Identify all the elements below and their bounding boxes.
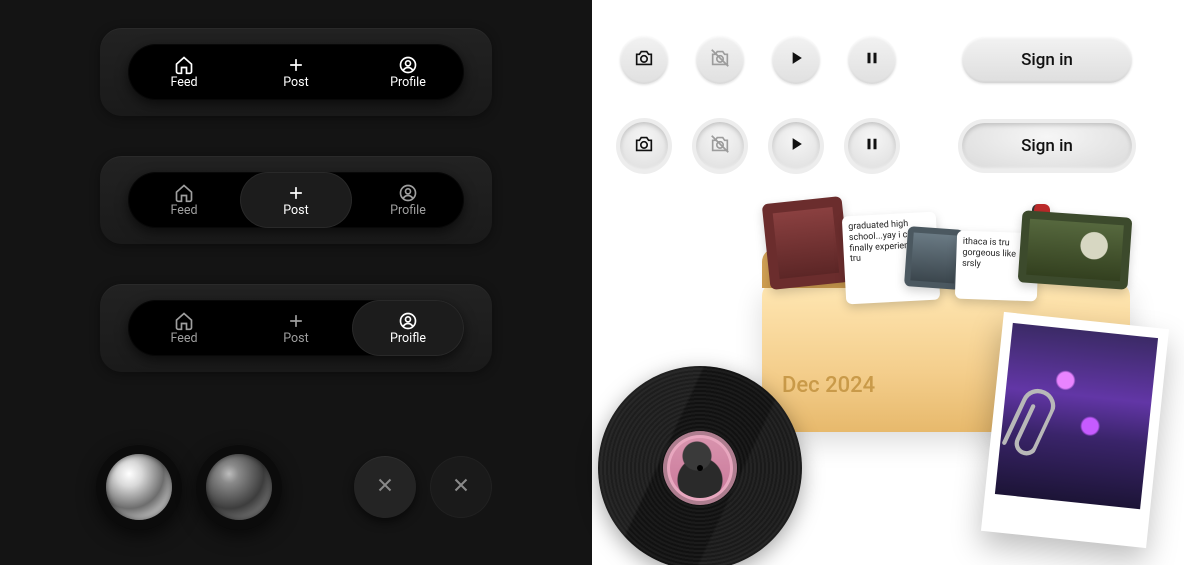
tab-post[interactable]: Post bbox=[240, 300, 352, 356]
camera-off-icon bbox=[709, 47, 731, 73]
vinyl-label bbox=[663, 431, 737, 505]
light-button-row-1: Sign in bbox=[620, 36, 1132, 84]
tab-feed[interactable]: Feed bbox=[128, 172, 240, 228]
light-button-row-2: Sign in bbox=[620, 122, 1132, 170]
signin-button[interactable]: Sign in bbox=[962, 37, 1132, 83]
tab-label: Post bbox=[283, 333, 308, 346]
plus-icon bbox=[286, 183, 306, 203]
tab-feed[interactable]: Feed bbox=[128, 300, 240, 356]
tab-post[interactable]: Post bbox=[240, 172, 352, 228]
tab-profile[interactable]: Profile bbox=[352, 44, 464, 100]
knob-steel[interactable] bbox=[196, 444, 282, 530]
tabbar-variant-1: Feed Post Profile bbox=[100, 28, 492, 116]
play-button[interactable] bbox=[772, 36, 820, 84]
tab-profile[interactable]: Proifle bbox=[352, 300, 464, 356]
photo-thumbnail bbox=[1018, 210, 1133, 289]
tab-feed[interactable]: Feed bbox=[128, 44, 240, 100]
camera-icon bbox=[633, 133, 655, 159]
pause-button[interactable] bbox=[848, 122, 896, 170]
pause-button[interactable] bbox=[848, 36, 896, 84]
camera-off-button[interactable] bbox=[696, 122, 744, 170]
tab-label: Proifle bbox=[390, 333, 426, 346]
tab-label: Post bbox=[283, 77, 308, 90]
camera-off-button[interactable] bbox=[696, 36, 744, 84]
polaroid-image bbox=[995, 323, 1158, 509]
album-art bbox=[670, 438, 730, 498]
play-button[interactable] bbox=[772, 122, 820, 170]
tabbar-variant-2: Feed Post Profile bbox=[100, 156, 492, 244]
camera-off-icon bbox=[709, 133, 731, 159]
user-circle-icon bbox=[398, 311, 418, 331]
signin-label: Sign in bbox=[1021, 50, 1073, 70]
plus-icon bbox=[286, 311, 306, 331]
tab-label: Profile bbox=[390, 205, 426, 218]
tab-label: Profile bbox=[390, 77, 426, 90]
knob-face bbox=[106, 454, 172, 520]
tab-profile[interactable]: Profile bbox=[352, 172, 464, 228]
home-icon bbox=[174, 311, 194, 331]
camera-button[interactable] bbox=[620, 36, 668, 84]
camera-button[interactable] bbox=[620, 122, 668, 170]
play-icon bbox=[786, 134, 806, 158]
home-icon bbox=[174, 183, 194, 203]
tabbar-variant-3: Feed Post Proifle bbox=[100, 284, 492, 372]
close-icon bbox=[450, 474, 472, 500]
tab-label: Feed bbox=[170, 77, 197, 90]
close-button-flat[interactable] bbox=[430, 456, 492, 518]
user-circle-icon bbox=[398, 183, 418, 203]
photo-thumbnail bbox=[762, 196, 851, 290]
tab-label: Feed bbox=[170, 205, 197, 218]
vinyl-spindle-hole bbox=[697, 465, 703, 471]
play-icon bbox=[786, 48, 806, 72]
knob-chrome[interactable] bbox=[96, 444, 182, 530]
user-circle-icon bbox=[398, 55, 418, 75]
tab-post[interactable]: Post bbox=[240, 44, 352, 100]
dark-ui-kit-panel: Feed Post Profile bbox=[0, 0, 592, 565]
plus-icon bbox=[286, 55, 306, 75]
camera-icon bbox=[633, 47, 655, 73]
close-button-row bbox=[354, 456, 492, 518]
tab-label: Feed bbox=[170, 333, 197, 346]
polaroid-photo[interactable] bbox=[981, 312, 1169, 548]
pause-icon bbox=[863, 135, 881, 157]
tabbar: Feed Post Profile bbox=[128, 44, 464, 100]
knob-face bbox=[206, 454, 272, 520]
signin-label: Sign in bbox=[1021, 136, 1073, 156]
close-button-raised[interactable] bbox=[354, 456, 416, 518]
tab-label: Post bbox=[283, 205, 308, 218]
signin-button[interactable]: Sign in bbox=[962, 123, 1132, 169]
vinyl-record[interactable] bbox=[598, 366, 802, 565]
light-ui-kit-panel: Sign in bbox=[592, 0, 1184, 565]
tabbar: Feed Post Profile bbox=[128, 172, 464, 228]
knob-row bbox=[96, 444, 282, 530]
tabbar: Feed Post Proifle bbox=[128, 300, 464, 356]
pause-icon bbox=[863, 49, 881, 71]
folder-label: Dec 2024 bbox=[782, 373, 875, 398]
home-icon bbox=[174, 55, 194, 75]
close-icon bbox=[374, 474, 396, 500]
